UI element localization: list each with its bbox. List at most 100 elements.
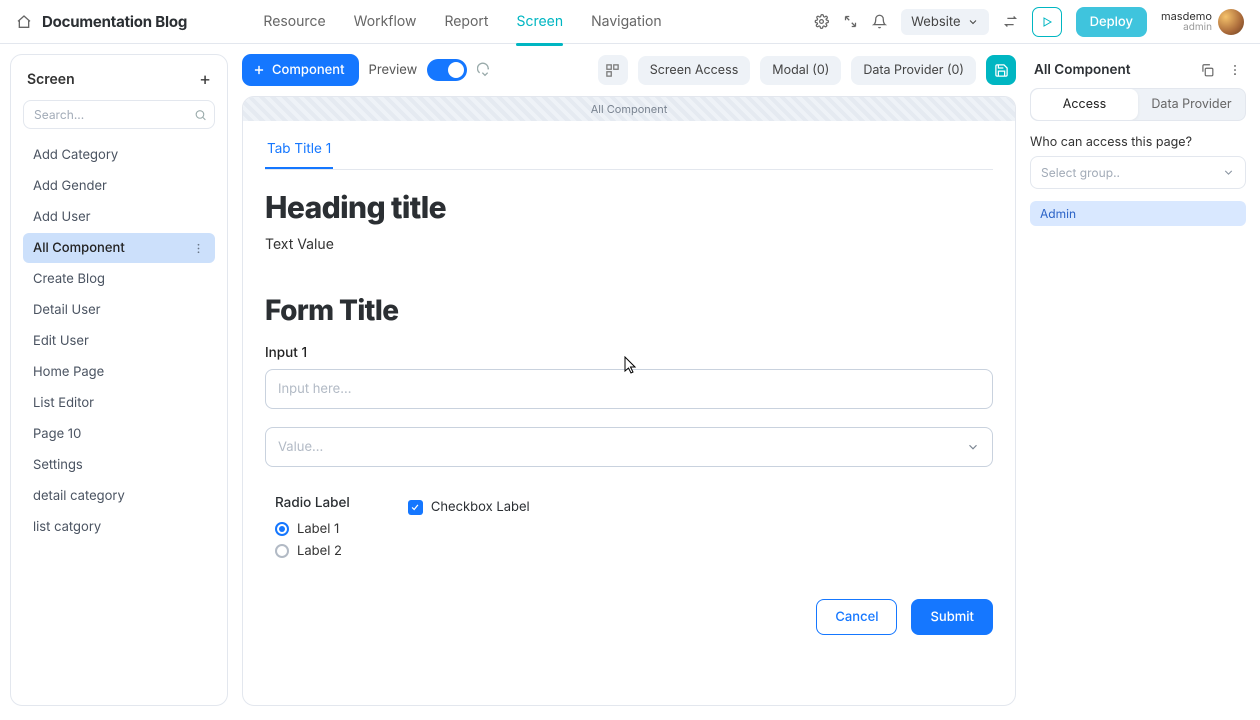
sidebar-item-label: Add Gender: [33, 178, 107, 194]
tab-access[interactable]: Access: [1031, 89, 1138, 120]
inspector-tabs: Access Data Provider: [1030, 88, 1246, 121]
sidebar-item-edit-user[interactable]: Edit User: [23, 326, 215, 356]
save-icon[interactable]: [986, 55, 1016, 85]
deploy-button[interactable]: Deploy: [1076, 7, 1147, 37]
select-placeholder: Value...: [278, 439, 323, 455]
gear-icon[interactable]: [814, 14, 829, 29]
radio-group-label: Radio Label: [275, 495, 350, 511]
input-1-field[interactable]: [265, 369, 993, 409]
sidebar-item-detail-user[interactable]: Detail User: [23, 295, 215, 325]
bell-icon[interactable]: [872, 14, 887, 29]
screen-access-button[interactable]: Screen Access: [638, 56, 751, 85]
more-icon[interactable]: [1228, 63, 1242, 77]
tab-strip: Tab Title 1: [265, 135, 993, 170]
text-value[interactable]: Text Value: [265, 236, 993, 253]
top-bar: Documentation Blog Resource Workflow Rep…: [0, 0, 1260, 44]
sidebar-item-home-page[interactable]: Home Page: [23, 357, 215, 387]
home-icon[interactable]: [16, 14, 32, 30]
screen-list-title: Screen: [27, 71, 75, 88]
preview-label: Preview: [369, 62, 418, 78]
expand-icon[interactable]: [843, 14, 858, 29]
sidebar-item-label: Add Category: [33, 147, 118, 163]
play-button[interactable]: [1032, 7, 1062, 37]
nav-resource[interactable]: Resource: [263, 3, 325, 40]
sidebar-item-add-gender[interactable]: Add Gender: [23, 171, 215, 201]
top-nav: Resource Workflow Report Screen Navigati…: [263, 3, 661, 40]
sidebar-item-label: Edit User: [33, 333, 89, 349]
radio-icon: [275, 544, 289, 558]
nav-navigation[interactable]: Navigation: [591, 3, 662, 40]
access-chip-admin[interactable]: Admin: [1030, 201, 1246, 226]
sidebar-item-all-component[interactable]: All Component: [23, 233, 215, 263]
input-1-label: Input 1: [265, 345, 993, 361]
sidebar-item-create-blog[interactable]: Create Blog: [23, 264, 215, 294]
checkbox-label: Checkbox Label: [431, 499, 530, 515]
nav-workflow[interactable]: Workflow: [354, 3, 417, 40]
canvas-breadcrumb[interactable]: All Component: [243, 97, 1015, 121]
copy-icon[interactable]: [1200, 63, 1214, 77]
sidebar-item-label: Settings: [33, 457, 83, 473]
sidebar-item-page-10[interactable]: Page 10: [23, 419, 215, 449]
canvas-toolbar: Component Preview Screen Access Modal (0…: [242, 54, 1016, 86]
nav-screen[interactable]: Screen: [516, 3, 563, 40]
checkbox-field[interactable]: Checkbox Label: [408, 499, 530, 515]
chevron-down-icon: [967, 16, 979, 28]
add-screen-button[interactable]: +: [199, 69, 211, 90]
access-question: Who can access this page?: [1030, 135, 1246, 150]
add-component-label: Component: [272, 62, 345, 78]
cloud-sync-icon[interactable]: [477, 62, 493, 78]
search-input[interactable]: [23, 100, 215, 129]
sidebar-item-label: List Editor: [33, 395, 94, 411]
screen-list: Add Category Add Gender Add User All Compon…: [17, 139, 221, 697]
cancel-button[interactable]: Cancel: [816, 599, 897, 635]
screen-list-panel: Screen + Add CategoryAdd GenderAdd UserA…: [10, 54, 228, 706]
plus-icon: [252, 63, 266, 77]
access-select-placeholder: Select group..: [1041, 165, 1120, 180]
inspector-panel: All Component Access Data Provider Who c…: [1030, 54, 1246, 706]
add-component-button[interactable]: Component: [242, 54, 359, 86]
submit-button[interactable]: Submit: [911, 599, 993, 635]
user-role: admin: [1161, 22, 1212, 33]
component-tree-icon[interactable]: [598, 55, 628, 85]
data-provider-button[interactable]: Data Provider (0): [851, 56, 976, 85]
checkbox-icon: [408, 500, 423, 515]
sidebar-item-list-editor[interactable]: List Editor: [23, 388, 215, 418]
app-title: Documentation Blog: [42, 12, 187, 31]
radio-icon: [275, 522, 289, 536]
user-menu[interactable]: masdemo admin: [1161, 9, 1244, 35]
sidebar-item-add-category[interactable]: Add Category: [23, 140, 215, 170]
tab-title-1[interactable]: Tab Title 1: [265, 135, 333, 169]
tab-data-provider[interactable]: Data Provider: [1138, 89, 1245, 120]
radio-option-1[interactable]: Label 1: [275, 521, 350, 537]
canvas: All Component Tab Title 1 Heading title …: [242, 96, 1016, 706]
sidebar-item-label: Page 10: [33, 426, 81, 442]
form-title[interactable]: Form Title: [265, 293, 993, 327]
select-field[interactable]: Value...: [265, 427, 993, 467]
preview-toggle[interactable]: [427, 59, 467, 81]
sidebar-item-list-catgory[interactable]: list catgory: [23, 512, 215, 542]
environment-label: Website: [911, 14, 960, 30]
access-group-select[interactable]: Select group..: [1030, 156, 1246, 189]
modal-button[interactable]: Modal (0): [760, 56, 841, 85]
sidebar-item-label: All Component: [33, 240, 125, 256]
heading-title[interactable]: Heading title: [265, 190, 993, 226]
more-icon[interactable]: [192, 242, 205, 255]
sidebar-item-label: Detail User: [33, 302, 101, 318]
chevron-down-icon: [1222, 166, 1235, 179]
radio-option-label: Label 2: [297, 543, 342, 559]
sidebar-item-detail-category[interactable]: detail category: [23, 481, 215, 511]
swap-icon[interactable]: [1003, 14, 1018, 29]
avatar: [1218, 9, 1244, 35]
sidebar-item-label: Create Blog: [33, 271, 105, 287]
sidebar-item-label: Home Page: [33, 364, 104, 380]
search-icon: [194, 108, 207, 121]
environment-dropdown[interactable]: Website: [901, 9, 988, 35]
sidebar-item-settings[interactable]: Settings: [23, 450, 215, 480]
sidebar-item-label: Add User: [33, 209, 91, 225]
radio-group: Radio Label Label 1 Label 2: [275, 495, 350, 565]
sidebar-item-add-user[interactable]: Add User: [23, 202, 215, 232]
radio-option-2[interactable]: Label 2: [275, 543, 350, 559]
radio-option-label: Label 1: [297, 521, 339, 537]
chevron-down-icon: [966, 440, 980, 454]
nav-report[interactable]: Report: [444, 3, 488, 40]
